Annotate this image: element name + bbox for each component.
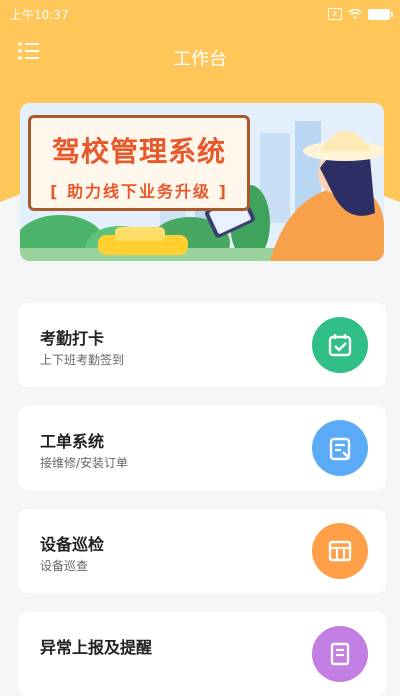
card-subtitle: 接维修/安装订单 — [40, 456, 129, 470]
card-subtitle: 设备巡查 — [40, 559, 89, 573]
exception-report-card[interactable]: 异常上报及提醒 — [18, 612, 386, 696]
card-title: 考勤打卡 — [40, 329, 105, 348]
work-order-card[interactable]: 工单系统 接维修/安装订单 — [18, 406, 386, 490]
work-order-icon[interactable] — [312, 420, 368, 476]
battery-icon — [368, 8, 393, 20]
banner-title: 驾校管理系统 — [51, 135, 226, 168]
status-icons: x — [328, 8, 393, 20]
device-inspection-card[interactable]: 设备巡检 设备巡查 — [18, 509, 386, 593]
card-title: 设备巡检 — [40, 535, 105, 554]
card-title: 异常上报及提醒 — [40, 638, 153, 657]
attendance-card[interactable]: 考勤打卡 上下班考勤签到 — [18, 303, 386, 387]
card-subtitle: 上下班考勤签到 — [40, 353, 125, 367]
promo-banner[interactable]: 驾校管理系统 [ 助力线下业务升级 ] — [20, 103, 384, 261]
banner-subtitle: [ 助力线下业务升级 ] — [50, 182, 228, 201]
sim-icon: x — [328, 8, 342, 20]
calendar-check-icon[interactable] — [312, 317, 368, 373]
wifi-icon — [348, 9, 362, 19]
status-bar: 上午10:37 x — [0, 0, 400, 28]
device-inspection-icon[interactable] — [312, 523, 368, 579]
status-time: 上午10:37 — [10, 7, 69, 22]
banner-card: 驾校管理系统 [ 助力线下业务升级 ] — [28, 115, 250, 211]
page-title: 工作台 — [173, 49, 227, 70]
card-title: 工单系统 — [40, 432, 105, 451]
header: 工作台 — [0, 36, 400, 80]
report-icon[interactable] — [312, 626, 368, 682]
